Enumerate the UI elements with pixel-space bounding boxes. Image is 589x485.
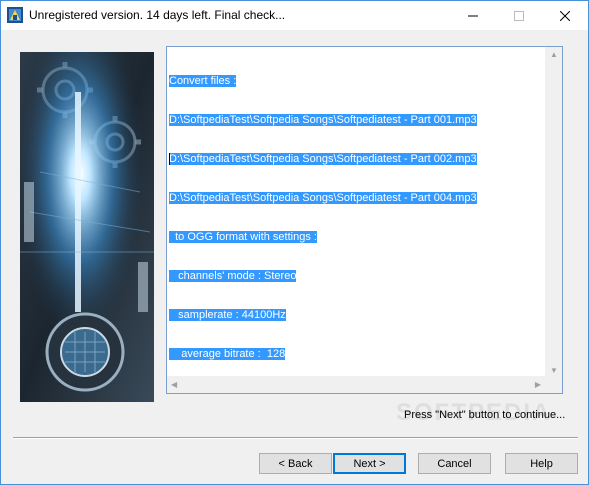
- maximize-icon: [514, 10, 524, 21]
- log-line: D:\SoftpediaTest\Softpedia Songs\Softped…: [169, 114, 477, 126]
- scroll-right-arrow-icon[interactable]: ▶: [535, 380, 541, 389]
- log-line: D:\SoftpediaTest\Softpedia Songs\Softped…: [169, 153, 477, 165]
- scroll-down-arrow-icon[interactable]: ▼: [550, 366, 558, 375]
- log-line: to OGG format with settings :: [169, 231, 317, 243]
- maximize-button[interactable]: [496, 1, 542, 30]
- horizontal-scrollbar[interactable]: ◀ ▶: [167, 376, 545, 393]
- back-button[interactable]: < Back: [259, 453, 332, 474]
- help-button[interactable]: Help: [505, 453, 578, 474]
- minimize-button[interactable]: [450, 1, 496, 30]
- log-line: samplerate : 44100Hz: [169, 309, 286, 321]
- log-line: channels' mode : Stereo: [169, 270, 297, 282]
- next-button[interactable]: Next >: [333, 453, 406, 474]
- scroll-left-arrow-icon[interactable]: ◀: [171, 380, 177, 389]
- scroll-up-arrow-icon[interactable]: ▲: [550, 50, 558, 59]
- log-line: average bitrate : 128: [169, 348, 286, 360]
- title-bar[interactable]: Unregistered version. 14 days left. Fina…: [1, 1, 588, 30]
- app-icon: [7, 7, 23, 23]
- window-title: Unregistered version. 14 days left. Fina…: [29, 8, 286, 22]
- log-line: D:\SoftpediaTest\Softpedia Songs\Softped…: [169, 192, 477, 204]
- cancel-button[interactable]: Cancel: [418, 453, 491, 474]
- conversion-log-textarea[interactable]: Convert files : D:\SoftpediaTest\Softped…: [166, 46, 563, 394]
- log-line: Convert files :: [169, 75, 237, 87]
- text-caret: [169, 153, 170, 165]
- wizard-banner-image: [20, 52, 154, 402]
- close-button[interactable]: [542, 1, 588, 30]
- scrollbar-corner: [545, 376, 562, 393]
- wizard-window: Unregistered version. 14 days left. Fina…: [0, 0, 589, 485]
- log-text: Convert files : D:\SoftpediaTest\Softped…: [169, 49, 477, 387]
- divider: [13, 437, 578, 439]
- continue-hint: Press "Next" button to continue...: [404, 409, 566, 421]
- minimize-icon: [468, 15, 478, 16]
- vertical-scrollbar[interactable]: ▲ ▼: [544, 47, 562, 378]
- close-icon: [560, 10, 570, 21]
